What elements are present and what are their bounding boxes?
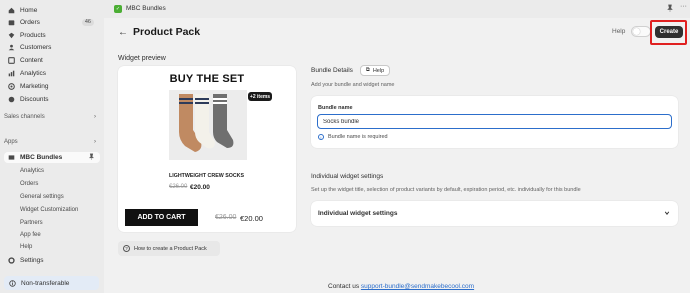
sidebar-item-label: Marketing [20,82,49,90]
app-topbar: ✓ MBC Bundles ··· [104,0,690,18]
product-image [169,90,247,160]
discounts-icon [8,96,15,103]
bundle-new-price: €20.00 [240,214,263,223]
toggle-knob [633,28,640,35]
app-icon [8,154,15,161]
app-subitem-partners[interactable]: Partners [20,218,43,228]
app-subitem-orders[interactable]: Orders [20,179,38,189]
bundle-details-heading: Bundle Details [311,67,353,74]
items-badge: +2 items [248,92,272,101]
sidebar-item-label: Customers [20,43,52,51]
new-price: €20.00 [190,184,210,191]
sidebar-item-label: Products [20,31,46,39]
app-subitem-widget-customization[interactable]: Widget Customization [20,205,78,215]
more-options-icon[interactable]: ··· [680,3,687,10]
chevron-down-icon [664,211,670,215]
main-content: ✓ MBC Bundles ··· ← Product Pack Help Cr… [104,0,690,293]
app-subitem-app-fee[interactable]: App fee [20,230,41,240]
individual-settings-heading: Individual widget settings [311,173,384,180]
customers-icon [8,44,15,51]
sidebar-item-settings[interactable]: Settings [4,255,100,265]
sidebar-item-label: Discounts [20,95,49,103]
products-icon [8,32,15,39]
widget-preview-card: BUY THE SET +2 items LIGHTWEIGHT CREW SO… [118,66,296,232]
app-name: MBC Bundles [126,5,166,12]
pin-icon[interactable] [88,153,95,162]
contact-line: Contact us support-bundle@sendmakebecool… [328,283,475,290]
sidebar-item-label: Orders [20,18,40,26]
app-subitem-help[interactable]: Help [20,242,32,252]
app-logo-icon: ✓ [114,5,122,13]
gear-icon [8,256,15,264]
home-icon [8,7,15,14]
individual-settings-accordion[interactable]: Individual widget settings [311,201,678,226]
sales-channels-heading[interactable]: Sales channels › [4,112,100,122]
pin-icon[interactable] [666,4,674,12]
support-email-link[interactable]: support-bundle@sendmakebecool.com [361,283,474,290]
help-label: Help [612,28,626,35]
chevron-right-icon: › [94,139,96,145]
sidebar-item-analytics[interactable]: Analytics [4,68,100,78]
non-transferable-banner[interactable]: Non-transferable [4,276,99,290]
app-subitem-analytics[interactable]: Analytics [20,166,44,176]
question-icon: ? [123,245,130,252]
chevron-right-icon: › [94,114,96,120]
sidebar-item-label: Settings [20,256,44,264]
sidebar-item-mbc-bundles[interactable]: MBC Bundles [4,152,100,163]
sidebar-item-content[interactable]: Content [4,55,100,65]
analytics-icon [8,70,15,77]
external-link-icon: ⧉ [365,67,370,73]
orders-icon [8,19,15,26]
help-toggle[interactable] [631,26,651,37]
info-icon: i [318,134,324,140]
page-title: Product Pack [133,26,201,38]
sidebar-item-label: Content [20,56,43,64]
product-name: LIGHTWEIGHT CREW SOCKS [169,173,245,179]
sidebar-item-products[interactable]: Products [4,30,100,40]
bundle-old-price: €26.00 [215,214,237,221]
sidebar-item-customers[interactable]: Customers [4,42,100,52]
orders-count-badge: 46 [81,18,94,26]
content-icon [8,56,15,64]
bundle-help-button[interactable]: ⧉ Help [360,65,390,76]
bundle-name-label: Bundle name [318,105,353,111]
howto-button[interactable]: ? How to create a Product Pack [118,241,220,256]
add-to-cart-button[interactable]: ADD TO CART [125,209,198,226]
bundle-name-error: i Bundle name is required [318,134,388,140]
socks-image [169,90,247,160]
sidebar-item-label: Analytics [20,69,47,77]
sidebar-item-orders[interactable]: Orders 46 [4,17,100,27]
marketing-icon [8,82,15,90]
preview-headline: BUY THE SET [169,73,245,85]
old-price: €26.00 [169,184,188,190]
sidebar-item-home[interactable]: Home [4,5,100,15]
info-icon [9,279,16,287]
sidebar: Home Orders 46 Products Customers Conten… [0,0,104,293]
sidebar-item-marketing[interactable]: Marketing [4,81,100,91]
bundle-name-input[interactable] [317,114,672,129]
sidebar-item-discounts[interactable]: Discounts [4,94,100,104]
bundle-details-subtitle: Add your bundle and widget name [311,82,395,88]
apps-heading[interactable]: Apps › [4,137,100,147]
app-subitem-general-settings[interactable]: General settings [20,192,64,202]
back-arrow-icon[interactable]: ← [118,27,128,38]
individual-settings-subtitle: Set up the widget title, selection of pr… [311,187,581,193]
create-button[interactable]: Create [655,26,683,38]
bundle-name-card: Bundle name i Bundle name is required [311,96,678,148]
widget-preview-heading: Widget preview [118,55,166,62]
sidebar-item-label: Home [20,6,38,14]
